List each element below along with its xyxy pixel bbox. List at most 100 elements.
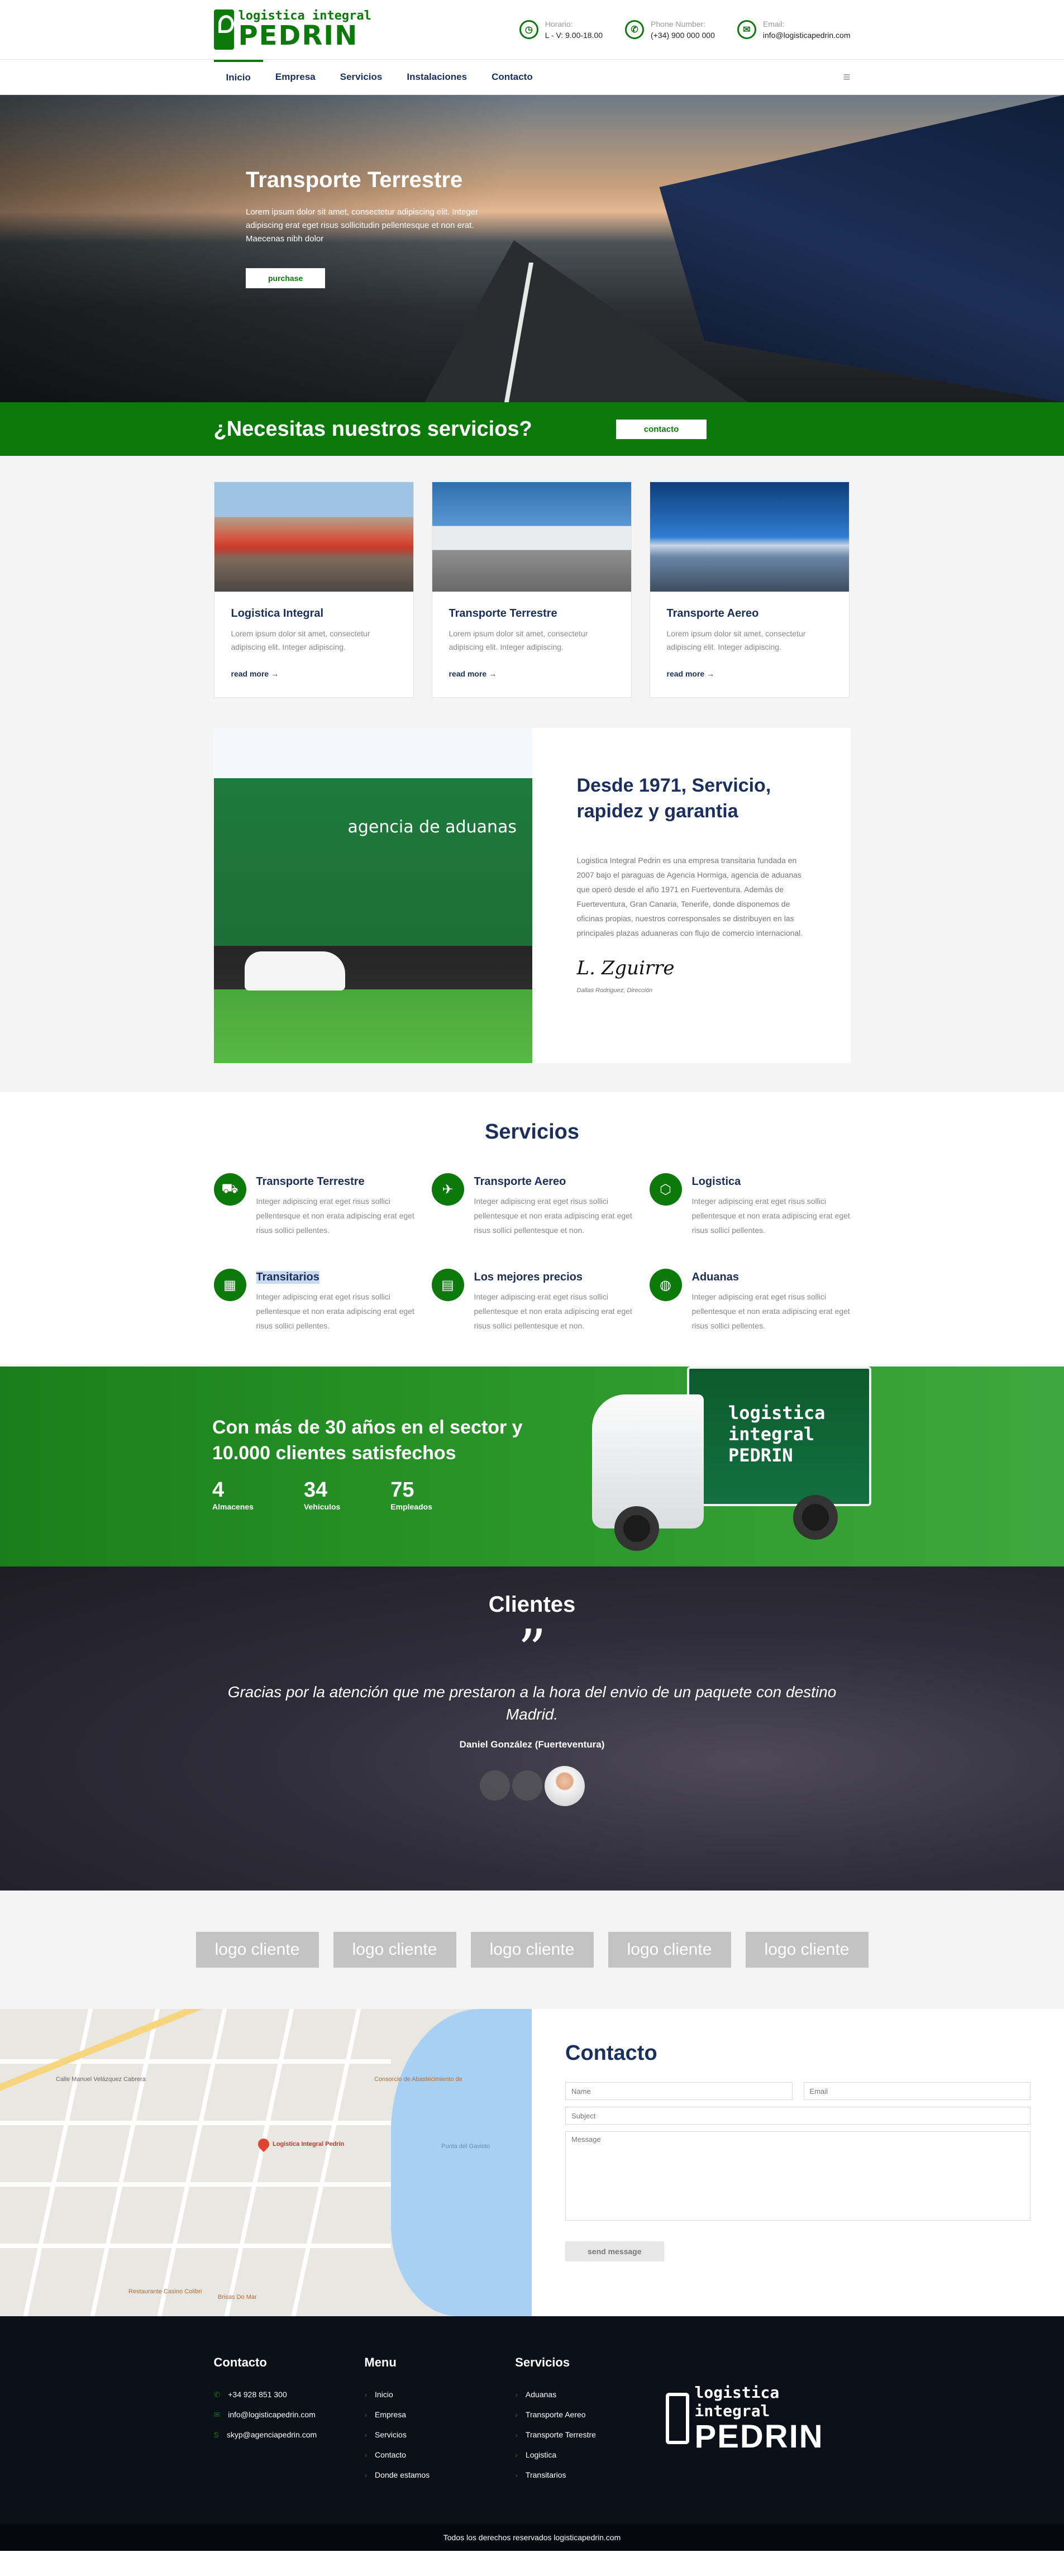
footer-service-item[interactable]: › Aduanas [515, 2384, 666, 2404]
service-item: ◍ Aduanas Integer adipiscing erat eget ri… [649, 1269, 851, 1333]
footer-email[interactable]: ✉ info@logisticapedrin.com [214, 2404, 365, 2425]
phone-value[interactable]: (+34) 900 000 000 [651, 30, 715, 41]
footer-service-label: Transporte Aereo [525, 2410, 586, 2419]
stats-title: Con más de 30 años en el sector y 10.000… [212, 1417, 523, 1464]
delivery-van-image: logistica integral PEDRIN [592, 1366, 871, 1566]
signature: L. Zguirre [576, 957, 675, 979]
testimonials-section: Clientes ” Gracias por la atención que m… [0, 1566, 1064, 1891]
hours-value: L - V: 9.00-18.00 [545, 31, 603, 40]
about-block: agencia de aduanas Desde 1971, Servicio,… [213, 728, 851, 1063]
footer-menu-label: Servicios [375, 2430, 407, 2439]
send-message-button[interactable]: send message [565, 2241, 664, 2261]
footer-menu-item[interactable]: › Empresa [364, 2404, 515, 2425]
feature-card-text: Lorem ipsum dolor sit amet, consectetur … [448, 629, 588, 651]
footer-service-item[interactable]: › Transporte Terrestre [515, 2425, 666, 2445]
footer-phone[interactable]: ✆ +34 928 851 300 [214, 2384, 365, 2404]
client-logo: logo cliente [745, 1932, 869, 1968]
header-hours: ◷ Horario: L - V: 9.00-18.00 [519, 18, 603, 41]
signature-name: Dallas Rodriguez, Dirección [576, 987, 653, 994]
service-title[interactable]: Los mejores precios [474, 1271, 633, 1284]
service-title[interactable]: Aduanas [692, 1271, 851, 1284]
purchase-button[interactable]: purchase [246, 268, 326, 288]
stat-label: Vehiculos [303, 1502, 341, 1511]
subject-field[interactable] [565, 2107, 1030, 2125]
footer-menu-item[interactable]: › Contacto [364, 2445, 515, 2465]
feature-card-terrestre: Transporte Terrestre Lorem ipsum dolor s… [431, 482, 632, 698]
footer-menu-label: Contacto [375, 2450, 407, 2459]
avatar-active[interactable] [544, 1766, 585, 1806]
copyright: Todos los derechos reservados logisticap… [0, 2524, 1064, 2551]
building-sign: agencia de aduanas [347, 817, 517, 837]
hero-slider: Transporte Terrestre Lorem ipsum dolor s… [0, 95, 1064, 402]
mail-icon: ✉ [213, 2410, 221, 2419]
service-title[interactable]: Transporte Terrestre [256, 1175, 415, 1188]
hero-text: Lorem ipsum dolor sit amet, consectetur … [246, 207, 479, 244]
quote-icon: ” [517, 1617, 547, 1683]
service-title[interactable]: Logistica [692, 1175, 851, 1188]
footer-service-item[interactable]: › Transporte Aereo [515, 2404, 666, 2425]
services-title: Servicios [485, 1120, 579, 1144]
main-navbar: Inicio Empresa Servicios Instalaciones C… [0, 59, 1064, 95]
nav-item-empresa[interactable]: Empresa [263, 60, 328, 94]
service-title[interactable]: Transporte Aereo [474, 1175, 633, 1188]
logo-mark-icon [666, 2393, 689, 2444]
footer-menu-item[interactable]: › Donde estamos [364, 2465, 515, 2485]
footer-contact-title: Contacto [213, 2355, 267, 2369]
stat-label: Empleados [390, 1502, 432, 1511]
nav-item-inicio[interactable]: Inicio [213, 60, 263, 94]
menu-toggle-icon[interactable]: ≡ [843, 70, 851, 84]
site-logo[interactable]: logistica integral PEDRIN [213, 9, 371, 50]
feature-card-logistica: Logistica Integral Lorem ipsum dolor sit… [213, 482, 414, 698]
sea-area [391, 2009, 532, 2316]
footer-phone-text: +34 928 851 300 [228, 2390, 287, 2399]
read-more-link[interactable]: read more → [231, 669, 279, 678]
read-more-link[interactable]: read more → [449, 669, 497, 678]
footer-service-label: Aduanas [525, 2390, 557, 2399]
map-pin-icon[interactable] [255, 2136, 272, 2153]
nav-item-servicios[interactable]: Servicios [328, 60, 395, 94]
feature-card-title: Transporte Aereo [666, 607, 759, 620]
read-more-link[interactable]: read more → [667, 669, 715, 678]
avatar[interactable] [479, 1770, 510, 1801]
footer-menu-item[interactable]: › Servicios [364, 2425, 515, 2445]
email-value[interactable]: info@logisticapedrin.com [763, 30, 851, 41]
features-section: Logistica Integral Lorem ipsum dolor sit… [0, 456, 1064, 1092]
service-item: ✈ Transporte Aereo Integer adipiscing era… [431, 1173, 633, 1237]
footer-menu-item[interactable]: › Inicio [364, 2384, 515, 2404]
header-email: ✉ Email: info@logisticapedrin.com [737, 18, 851, 41]
chevron-right-icon: › [515, 2450, 518, 2459]
stats-banner: Con más de 30 años en el sector y 10.000… [0, 1366, 1064, 1566]
footer-skype[interactable]: Sskyp@agenciapedrin.com [214, 2425, 365, 2445]
footer-service-label: Transitarios [525, 2470, 566, 2479]
service-text: Integer adipiscing erat eget risus solli… [691, 1292, 850, 1330]
feature-card-image [432, 482, 631, 592]
nav-item-contacto[interactable]: Contacto [479, 60, 545, 94]
service-title[interactable]: Transitarios [256, 1271, 319, 1284]
about-text: Logistica Integral Pedrin es una empresa… [576, 856, 803, 937]
feature-card-image [214, 482, 413, 592]
chevron-right-icon: › [364, 2430, 368, 2439]
footer-logo[interactable]: logistica integral PEDRIN [666, 2352, 850, 2485]
nav-item-instalaciones[interactable]: Instalaciones [394, 60, 479, 94]
footer-service-item[interactable]: › Transitarios [515, 2465, 666, 2485]
name-field[interactable] [565, 2082, 793, 2100]
client-logo: logo cliente [608, 1932, 731, 1968]
message-field[interactable] [565, 2131, 1030, 2221]
building-photo: agencia de aduanas [213, 728, 532, 1063]
cta-contact-button[interactable]: contacto [616, 419, 707, 439]
feature-card-title: Transporte Terrestre [448, 607, 557, 620]
clock-icon: ◷ [519, 20, 538, 39]
map-pin-label: Logistica Integral Pedrin [273, 2141, 345, 2148]
testimonial-avatars [0, 1766, 1064, 1806]
footer-email-text: info@logisticapedrin.com [228, 2410, 316, 2419]
email-field[interactable] [803, 2082, 1030, 2100]
chevron-right-icon: › [364, 2410, 368, 2419]
location-map[interactable]: Logistica Integral Pedrin Consorcio de A… [0, 2009, 532, 2316]
service-item: ▤ Los mejores precios Integer adipiscing … [431, 1269, 633, 1333]
skype-icon: S [213, 2430, 219, 2439]
avatar[interactable] [512, 1770, 542, 1801]
footer-menu-label: Inicio [375, 2390, 393, 2399]
stat-label: Almacenes [212, 1502, 254, 1511]
cta-title: ¿Necesitas nuestros servicios? [213, 417, 532, 441]
footer-service-item[interactable]: › Logistica [515, 2445, 666, 2465]
